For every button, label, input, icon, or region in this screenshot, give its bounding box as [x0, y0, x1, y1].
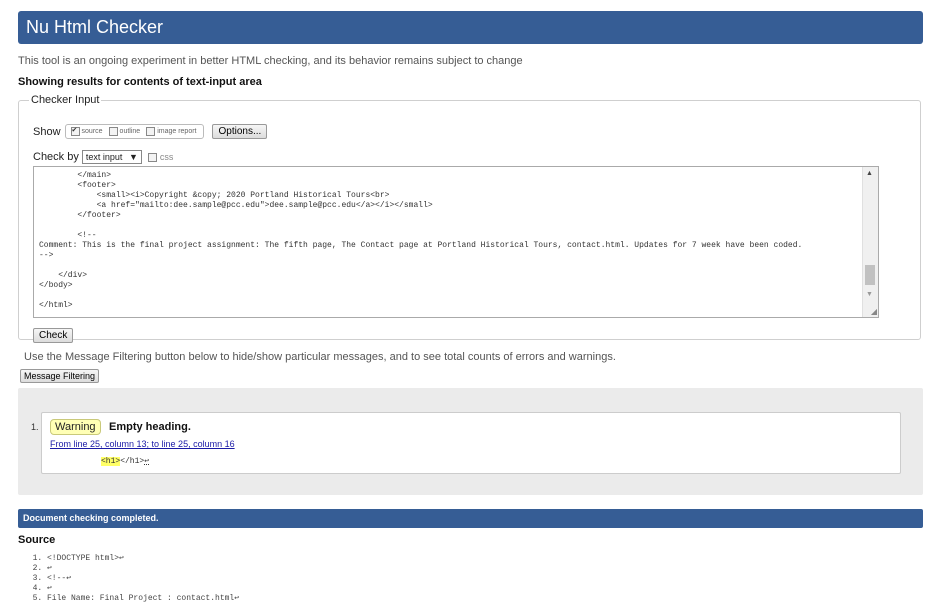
source-heading: Source [18, 534, 56, 546]
image-report-option-label: image report [157, 128, 197, 135]
checking-completed-bar: Document checking completed. [18, 509, 923, 528]
source-textarea[interactable]: </main> <footer> <small><i>Copyright &co… [33, 166, 879, 318]
intro-text: This tool is an ongoing experiment in be… [18, 55, 523, 67]
show-options-group: source outline image report [64, 124, 205, 139]
scroll-down-icon[interactable]: ▼ [866, 291, 873, 298]
options-button[interactable]: Options... [212, 124, 268, 139]
checker-input-legend: Checker Input [31, 94, 100, 106]
source-line: ↩ [47, 564, 239, 574]
page-title: Nu Html Checker [26, 17, 164, 37]
warning-badge: Warning [50, 419, 101, 435]
message-location-link[interactable]: From line 25, column 13; to line 25, col… [50, 439, 235, 449]
message-text: Empty heading. [109, 421, 191, 433]
message-extract: <h1></h1>↩ [101, 456, 149, 466]
show-options-row: Show source outline image report Options… [33, 124, 268, 139]
return-icon: ↩ [144, 457, 150, 466]
source-line: ↩ [47, 584, 239, 594]
message-number: 1. [31, 422, 39, 432]
source-checkbox[interactable] [70, 127, 80, 136]
message-item: Warning Empty heading. From line 25, col… [41, 412, 901, 474]
header-bar: Nu Html Checker [18, 11, 923, 44]
message-filtering-button[interactable]: Message Filtering [20, 369, 100, 383]
outline-option-label: outline [119, 128, 141, 135]
source-listing: <!DOCTYPE html>↩ ↩ <!--↩ ↩ File Name: Fi… [31, 554, 239, 604]
css-option: css [147, 152, 174, 162]
source-textarea-content: </main> <footer> <small><i>Copyright &co… [39, 171, 803, 310]
showing-results-text: Showing results for contents of text-inp… [18, 76, 262, 88]
source-line: File Name: Final Project : contact.html↩ [47, 594, 239, 604]
show-label: Show [33, 125, 61, 138]
source-option-label: source [81, 128, 103, 135]
source-line: <!--↩ [47, 574, 239, 584]
dropdown-arrow-icon: ▼ [128, 152, 138, 162]
css-checkbox[interactable] [147, 152, 157, 162]
check-by-value: text input [85, 152, 123, 162]
scrollbar-thumb[interactable] [865, 265, 875, 285]
source-line: <!DOCTYPE html>↩ [47, 554, 239, 564]
extract-rest: </h1> [120, 457, 145, 466]
check-by-label: Check by [33, 151, 79, 163]
check-by-select[interactable]: text input ▼ [81, 150, 142, 164]
css-option-label: css [159, 152, 174, 162]
scroll-up-icon[interactable]: ▲ [866, 170, 873, 177]
resize-grip-icon[interactable]: ◢ [871, 307, 877, 316]
check-by-row: Check by text input ▼ css [33, 150, 173, 164]
image-report-checkbox[interactable] [146, 127, 156, 136]
message-filtering-hint: Use the Message Filtering button below t… [24, 351, 616, 363]
check-button[interactable]: Check [33, 328, 74, 343]
extract-highlight: <h1> [101, 457, 121, 466]
textarea-scrollbar[interactable]: ▲ ▼ ◢ [862, 167, 878, 317]
results-panel: 1. Warning Empty heading. From line 25, … [18, 388, 923, 495]
outline-checkbox[interactable] [108, 127, 118, 136]
checker-input-fieldset: Checker Input Show source outline image … [18, 94, 921, 343]
